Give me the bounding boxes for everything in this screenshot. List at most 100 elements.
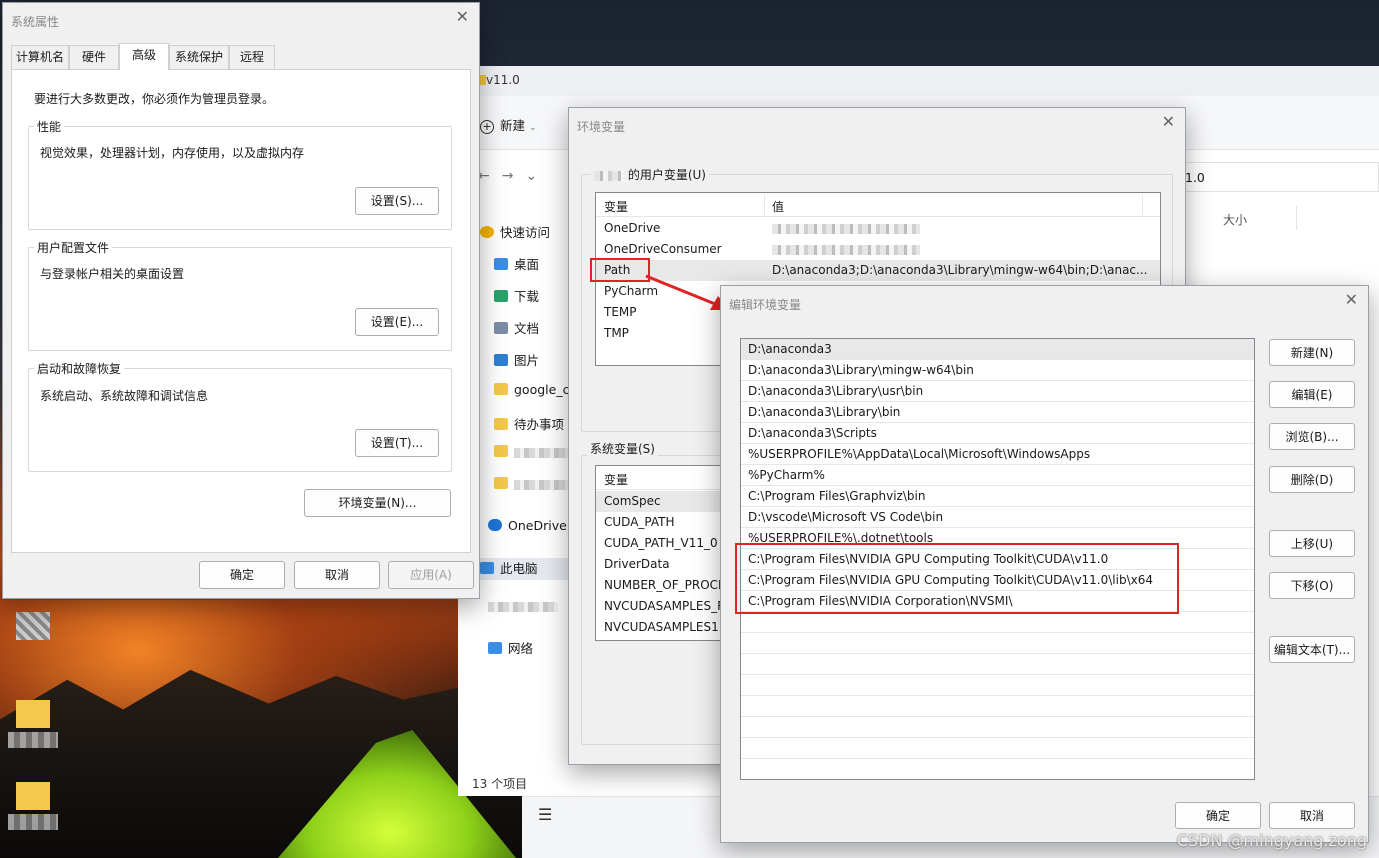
sidebar-label: google_c — [514, 382, 570, 397]
list-item[interactable]: D:\anaconda3\Library\mingw-w64\bin — [741, 360, 1254, 381]
list-item[interactable]: OneDriveConsumer — [596, 239, 1160, 260]
list-item[interactable]: D:\anaconda3\Library\bin — [741, 402, 1254, 423]
hamburger-menu-icon[interactable]: ☰ — [538, 805, 552, 824]
arrow-shaft — [645, 274, 721, 308]
folder-icon — [494, 445, 508, 457]
edit-path-button[interactable]: 编辑(E) — [1269, 381, 1355, 408]
sidebar-item-onedrive[interactable]: OneDrive — [488, 518, 567, 540]
move-down-button[interactable]: 下移(O) — [1269, 572, 1355, 599]
tab-computer-name[interactable]: 计算机名 — [11, 45, 69, 69]
button-label: 删除(D) — [1290, 473, 1334, 487]
environment-variables-button[interactable]: 环境变量(N)... — [304, 489, 451, 517]
list-item[interactable]: D:\anaconda3\Library\usr\bin — [741, 381, 1254, 402]
sidebar-item-documents[interactable]: 文档 — [494, 318, 539, 340]
tab-advanced[interactable]: 高级 — [119, 43, 169, 70]
edit-text-button[interactable]: 编辑文本(T)... — [1269, 636, 1355, 663]
desktop-icon-label — [8, 814, 58, 830]
performance-desc: 视觉效果，处理器计划，内存使用，以及虚拟内存 — [40, 146, 305, 160]
button-label: 下移(O) — [1290, 579, 1334, 593]
list-item[interactable]: %USERPROFILE%\AppData\Local\Microsoft\Wi… — [741, 444, 1254, 465]
admin-note: 要进行大多数更改，你必须作为管理员登录。 — [34, 92, 275, 106]
button-label: 编辑(E) — [1291, 388, 1333, 402]
tab-remote[interactable]: 远程 — [229, 45, 275, 69]
sidebar-item-pictures[interactable]: 图片 — [494, 350, 539, 372]
performance-settings-button[interactable]: 设置(S)... — [355, 187, 439, 215]
desktop-folder-icon[interactable] — [6, 782, 58, 842]
ok-button[interactable]: 确定 — [1175, 802, 1261, 829]
new-label: 新建 — [500, 118, 526, 133]
startup-settings-button[interactable]: 设置(T)... — [355, 429, 439, 457]
list-item[interactable]: C:\Program Files\Graphviz\bin — [741, 486, 1254, 507]
empty-row — [741, 696, 1254, 717]
apply-button[interactable]: 应用(A) — [388, 561, 474, 589]
sidebar-item-network[interactable]: 网络 — [488, 638, 533, 660]
close-icon[interactable]: ✕ — [1345, 292, 1358, 308]
var-value: D:\anaconda3;D:\anaconda3\Library\mingw-… — [772, 263, 1148, 277]
var-value-blurred — [772, 218, 920, 239]
folder-icon — [16, 782, 50, 810]
header-variable[interactable]: 变量 — [604, 198, 628, 215]
header-value[interactable]: 值 — [772, 198, 784, 215]
list-item[interactable]: D:\vscode\Microsoft VS Code\bin — [741, 507, 1254, 528]
var-name: TEMP — [604, 305, 637, 319]
close-icon[interactable]: ✕ — [456, 9, 469, 25]
list-item[interactable]: D:\anaconda3 — [741, 339, 1254, 360]
sidebar-item-downloads[interactable]: 下载 — [494, 286, 539, 308]
blurred-value — [772, 244, 920, 255]
startup-desc: 系统启动、系统故障和调试信息 — [40, 389, 209, 403]
var-name: OneDrive — [604, 221, 661, 235]
tab-system-protection[interactable]: 系统保护 — [169, 45, 229, 69]
header-variable[interactable]: 变量 — [604, 471, 628, 488]
browse-button[interactable]: 浏览(B)... — [1269, 423, 1355, 450]
computer-icon — [480, 562, 494, 574]
explorer-titlebar: v11.0 — [458, 66, 1379, 96]
sidebar-item-google[interactable]: google_c — [494, 382, 569, 404]
user-vars-label: 的用户变量(U) — [591, 166, 709, 183]
system-vars-label: 系统变量(S) — [587, 440, 658, 457]
user-vars-section-label: 的用户变量(U) — [627, 168, 706, 182]
sidebar-label: 快速访问 — [500, 225, 551, 240]
folder-icon — [494, 418, 508, 430]
desktop-icon[interactable] — [6, 612, 50, 672]
sidebar-label: OneDrive — [508, 518, 567, 533]
watermark: CSDN @mingyang.zong — [1176, 831, 1367, 850]
cancel-button[interactable]: 取消 — [294, 561, 380, 589]
folder-icon — [494, 477, 508, 489]
plus-icon: + — [480, 120, 494, 134]
ok-button[interactable]: 确定 — [199, 561, 285, 589]
list-item[interactable]: OneDrive — [596, 218, 1160, 239]
sidebar-item-todo[interactable]: 待办事项 — [494, 414, 564, 436]
tab-hardware[interactable]: 硬件 — [69, 45, 119, 69]
star-icon — [480, 226, 494, 238]
document-icon — [494, 322, 508, 334]
user-profiles-settings-button[interactable]: 设置(E)... — [355, 308, 439, 336]
move-up-button[interactable]: 上移(U) — [1269, 530, 1355, 557]
var-name: ComSpec — [604, 494, 661, 508]
close-icon[interactable]: ✕ — [1162, 114, 1175, 130]
sidebar-item-this-pc[interactable]: 此电脑 — [466, 558, 576, 580]
column-size-header[interactable]: 大小 — [1223, 211, 1247, 228]
var-name: TMP — [604, 326, 629, 340]
folder-icon — [16, 700, 50, 728]
delete-path-button[interactable]: 删除(D) — [1269, 466, 1355, 493]
list-item[interactable]: D:\anaconda3\Scripts — [741, 423, 1254, 444]
var-name: NVCUDASAMPLES_R — [604, 599, 726, 613]
desktop-folder-icon[interactable] — [6, 700, 58, 760]
sidebar-item-blurred[interactable] — [488, 598, 558, 620]
blurred-value — [772, 223, 920, 234]
blurred-username — [594, 170, 624, 181]
picture-icon — [494, 354, 508, 366]
new-path-button[interactable]: 新建(N) — [1269, 339, 1355, 366]
address-bar[interactable]: 1.0 — [1178, 162, 1379, 192]
new-button[interactable]: + 新建 ⌄ — [480, 115, 537, 134]
sidebar-item-quick-access[interactable]: 快速访问 — [480, 222, 550, 244]
var-value-blurred — [772, 239, 920, 260]
list-item[interactable]: %PyCharm% — [741, 465, 1254, 486]
cancel-button[interactable]: 取消 — [1269, 802, 1355, 829]
var-name: OneDriveConsumer — [604, 242, 722, 256]
download-icon — [494, 290, 508, 302]
performance-label: 性能 — [34, 118, 65, 135]
nav-arrows-icon[interactable]: ←→⌄ — [478, 168, 549, 184]
sidebar-item-desktop[interactable]: 桌面 — [494, 254, 539, 276]
dialog-title: 系统属性 — [11, 15, 60, 29]
